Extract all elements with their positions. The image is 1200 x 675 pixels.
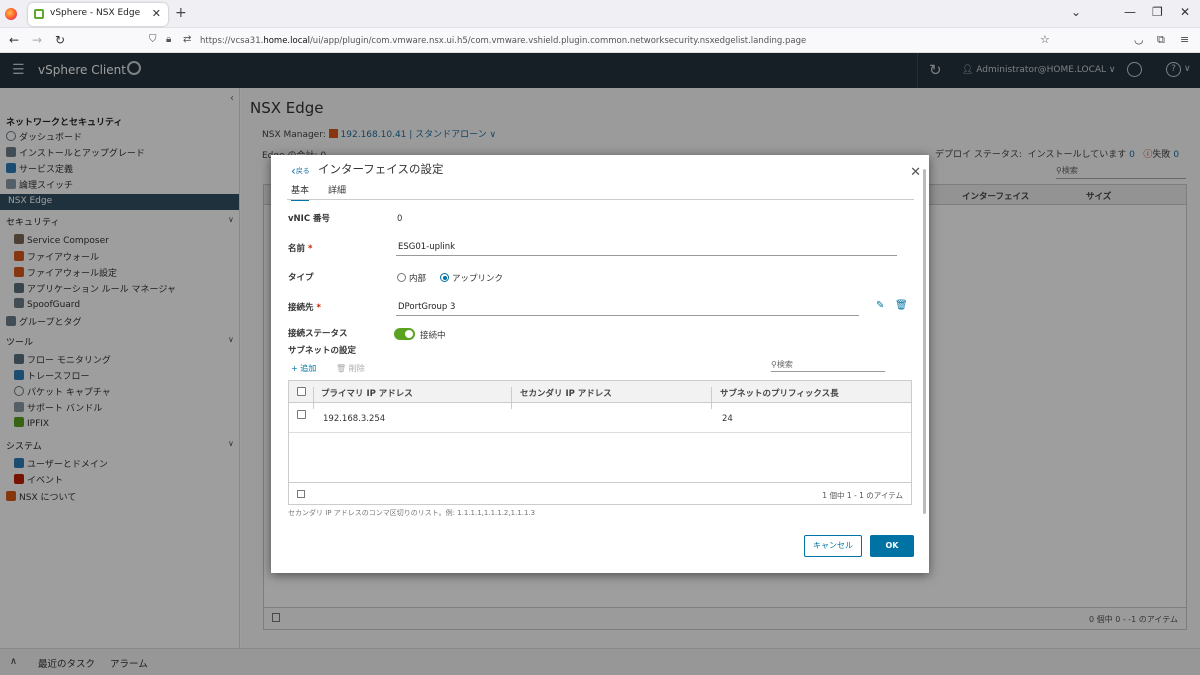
- tab-divider: [287, 199, 914, 200]
- address-bar[interactable]: https://vcsa31.home.local/ui/app/plugin/…: [200, 36, 806, 46]
- interface-settings-dialog: ‹戻る インターフェイスの設定 ✕ 基本 詳細 vNIC 番号 0 名前 * E…: [271, 155, 929, 573]
- add-label: 追加: [300, 364, 317, 373]
- vnic-value: 0: [397, 214, 403, 224]
- required-marker: *: [316, 303, 321, 313]
- subnet-grid: プライマリ IP アドレス セカンダリ IP アドレス サブネットのプリフィック…: [288, 380, 912, 505]
- secondary-ip-hint: セカンダリ IP アドレスのコンマ区切りのリスト。例: 1.1.1.1,1.1.…: [288, 509, 536, 517]
- row-checkbox[interactable]: [297, 410, 306, 419]
- close-window-icon[interactable]: ✕: [1180, 5, 1190, 19]
- name-input[interactable]: ESG01-uplink: [396, 242, 897, 256]
- forward-icon[interactable]: →: [32, 33, 42, 47]
- connect-input[interactable]: DPortGroup 3: [396, 302, 859, 316]
- back-button[interactable]: ‹戻る: [291, 164, 310, 178]
- tab-close-icon[interactable]: ✕: [152, 7, 161, 20]
- subnet-label: サブネットの設定: [288, 346, 357, 356]
- type-internal-radio[interactable]: 内部: [397, 272, 426, 284]
- vsphere-favicon-icon: [34, 9, 44, 19]
- url-path: /ui/app/plugin/com.vmware.nsx.ui.h5/com.…: [309, 36, 807, 46]
- subnet-grid-pager: 1 個中 1 - 1 のアイテム: [822, 491, 903, 500]
- ok-button[interactable]: OK: [870, 535, 914, 557]
- firefox-icon[interactable]: [5, 8, 17, 20]
- browser-tab-bar: vSphere - NSX Edge ✕ + ⌄ — ❐ ✕: [0, 0, 1200, 28]
- status-value: 接続中: [420, 331, 446, 341]
- search-placeholder: 検索: [776, 360, 793, 369]
- radio-unselected: [397, 273, 406, 282]
- status-label: 接続ステータス: [288, 329, 348, 339]
- column-secondary-ip[interactable]: セカンダリ IP アドレス: [520, 387, 612, 399]
- column-prefix[interactable]: サブネットのプリフィックス長: [720, 387, 839, 399]
- back-label: 戻る: [295, 167, 310, 175]
- tab-detail[interactable]: 詳細: [328, 183, 346, 196]
- subnet-grid-footer: 1 個中 1 - 1 のアイテム: [289, 482, 911, 504]
- restore-window-icon[interactable]: ❐: [1152, 5, 1163, 19]
- select-all-checkbox[interactable]: [297, 387, 306, 396]
- browser-tab[interactable]: vSphere - NSX Edge ✕: [28, 3, 168, 26]
- browser-nav-bar: ← → ↻ ⛉ 🔒︎ ⇄ https://vcsa31.home.local/u…: [0, 28, 1200, 53]
- name-label: 名前: [288, 244, 306, 254]
- cancel-button[interactable]: キャンセル: [804, 535, 862, 557]
- connection-status-toggle[interactable]: [394, 328, 415, 340]
- type-uplink-label: アップリンク: [452, 274, 504, 284]
- required-marker: *: [307, 244, 313, 254]
- connect-label: 接続先: [288, 303, 314, 313]
- type-label: タイプ: [288, 273, 314, 283]
- app-menu-icon[interactable]: ≡: [1180, 33, 1189, 46]
- dialog-scrollbar[interactable]: [923, 169, 926, 514]
- pocket-icon[interactable]: ◡: [1134, 33, 1144, 46]
- column-primary-ip[interactable]: プライマリ IP アドレス: [321, 387, 413, 399]
- permissions-icon[interactable]: ⇄: [183, 34, 191, 45]
- shield-icon[interactable]: ⛉: [149, 34, 157, 45]
- delete-subnet-button[interactable]: 🗑︎ 削除: [336, 363, 365, 374]
- connect-label-wrap: 接続先 *: [288, 301, 321, 313]
- subnet-grid-header: プライマリ IP アドレス セカンダリ IP アドレス サブネットのプリフィック…: [289, 381, 911, 409]
- edit-pencil-icon[interactable]: ✎: [876, 300, 884, 311]
- extensions-icon[interactable]: ⧉: [1157, 33, 1165, 47]
- column-toggle-icon[interactable]: [297, 490, 305, 498]
- reload-icon[interactable]: ↻: [55, 33, 65, 47]
- add-subnet-button[interactable]: + 追加: [291, 363, 316, 374]
- back-icon[interactable]: ←: [9, 33, 19, 47]
- radio-selected: [440, 273, 449, 282]
- delete-label: 削除: [348, 364, 365, 373]
- trash-icon[interactable]: 🗑︎: [895, 300, 908, 311]
- name-label-wrap: 名前 *: [288, 242, 312, 254]
- type-uplink-radio[interactable]: アップリンク: [440, 272, 503, 284]
- tab-list-icon[interactable]: ⌄: [1071, 5, 1081, 19]
- type-internal-label: 内部: [409, 274, 427, 284]
- browser-tab-title: vSphere - NSX Edge: [50, 8, 141, 18]
- dialog-title: インターフェイスの設定: [318, 162, 444, 176]
- trash-icon: 🗑︎: [336, 364, 349, 373]
- table-row[interactable]: 192.168.3.254 24: [289, 404, 911, 433]
- vnic-label: vNIC 番号: [288, 214, 331, 224]
- bookmark-star-icon[interactable]: ☆: [1040, 33, 1050, 46]
- subnet-search-input[interactable]: ⚲検索: [771, 359, 885, 372]
- cell-prefix: 24: [722, 414, 733, 424]
- new-tab-button[interactable]: +: [175, 5, 187, 21]
- url-domain: home.local: [263, 36, 310, 46]
- close-icon[interactable]: ✕: [910, 165, 921, 180]
- cell-primary-ip: 192.168.3.254: [323, 414, 386, 424]
- lock-icon[interactable]: 🔒︎: [166, 34, 171, 45]
- minimize-window-icon[interactable]: —: [1124, 5, 1136, 19]
- url-host: https://vcsa31.: [200, 36, 264, 46]
- plus-icon: +: [291, 364, 301, 373]
